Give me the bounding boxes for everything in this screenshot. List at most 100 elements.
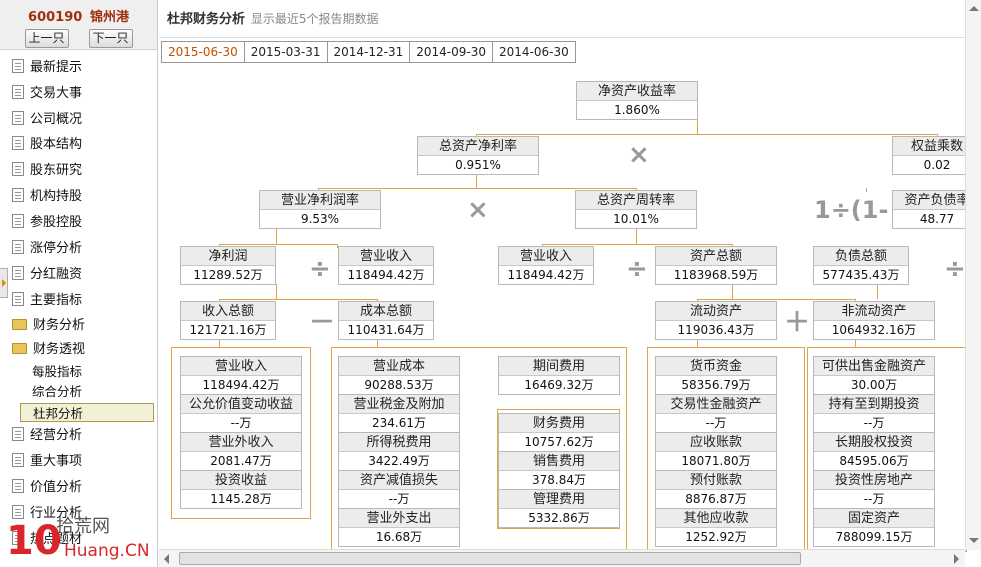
metric-node: 预付账款 8876.87万: [655, 470, 777, 509]
horizontal-scroll-thumb[interactable]: [179, 552, 801, 565]
sidebar-item[interactable]: 股东研究: [12, 160, 82, 182]
metric-label: 资产总额: [656, 247, 776, 266]
sidebar-item[interactable]: 财务分析: [12, 315, 85, 337]
logo-url: Huang.CN: [64, 541, 150, 561]
metric-node: 净利润 11289.52万: [180, 246, 276, 285]
metric-value: 9.53%: [300, 212, 340, 226]
tab-period[interactable]: 2014-12-31: [327, 41, 411, 63]
scroll-up-icon[interactable]: [969, 6, 979, 11]
doc-icon: [12, 111, 24, 125]
metric-node: 营业成本 90288.53万: [338, 356, 460, 395]
doc-icon: [12, 136, 24, 150]
sidebar-item-label: 股本结构: [30, 137, 83, 152]
logo-main: 拾荒网: [56, 516, 110, 537]
metric-value: --万: [230, 416, 252, 430]
doc-icon: [12, 85, 24, 99]
metric-label: 非流动资产: [814, 302, 934, 321]
sidebar-subitem[interactable]: 综合分析: [32, 382, 82, 401]
metric-label: 流动资产: [656, 302, 776, 321]
metric-node: 管理费用 5332.86万: [498, 489, 620, 528]
metric-node: 投资性房地产 --万: [813, 470, 935, 509]
site-logo: 10 拾荒网 Huang.CN: [6, 516, 150, 564]
metric-label: 资产减值损失: [339, 471, 459, 490]
scroll-left-icon[interactable]: [164, 554, 169, 564]
metric-node: 可供出售金融资产 30.00万: [813, 356, 935, 395]
metric-node: 营业外支出 16.68万: [338, 508, 460, 547]
connector-line: [636, 228, 637, 244]
sidebar-item[interactable]: 机构持股: [12, 186, 82, 208]
sidebar-item[interactable]: 分红融资: [12, 264, 82, 286]
period-tabs: 2015-06-30 2015-03-31 2014-12-31 2014-09-30…: [161, 41, 576, 63]
next-stock-button[interactable]: 下一只: [88, 29, 133, 48]
sidebar-item[interactable]: 涨停分析: [12, 238, 82, 260]
sidebar-item[interactable]: 重大事项: [12, 451, 82, 473]
metric-label: 营业净利润率: [260, 191, 380, 210]
connector-line: [219, 339, 220, 347]
metric-value: 1252.92万: [685, 530, 747, 544]
metric-node: 营业收入 118494.42万: [498, 246, 594, 285]
metric-node: 其他应收款 1252.92万: [655, 508, 777, 547]
metric-value: 118494.42万: [202, 378, 280, 392]
operator-times: ×: [628, 140, 650, 170]
metric-node: 所得税费用 3422.49万: [338, 432, 460, 471]
sidebar-subitem[interactable]: 每股指标: [32, 362, 82, 381]
sidebar-item-label: 重大事项: [30, 454, 83, 469]
collapse-sidebar-handle[interactable]: [0, 268, 8, 298]
tab-period[interactable]: 2015-03-31: [244, 41, 328, 63]
metric-label: 营业外支出: [339, 509, 459, 528]
scroll-right-icon[interactable]: [954, 554, 959, 564]
doc-icon: [12, 453, 24, 467]
scroll-down-icon[interactable]: [969, 538, 979, 543]
sidebar-item[interactable]: 最新提示: [12, 57, 82, 79]
operator-one_minus: 1÷(1-: [814, 196, 889, 224]
connector-line: [318, 188, 636, 189]
metric-node: 交易性金融资产 --万: [655, 394, 777, 433]
sidebar-subitem[interactable]: 杜邦分析: [20, 403, 154, 422]
metric-value: --万: [863, 492, 885, 506]
metric-value: 110431.64万: [347, 323, 425, 337]
metric-node: 收入总额 121721.16万: [180, 301, 276, 340]
title-bar: 杜邦财务分析 显示最近5个报告期数据: [159, 0, 981, 38]
stock-title: 600190 锦州港: [0, 6, 157, 25]
operator-plus: ＋: [784, 308, 811, 338]
operator-times: ×: [467, 195, 489, 225]
metric-node: 营业收入 118494.42万: [180, 356, 302, 395]
metric-label: 可供出售金融资产: [814, 357, 934, 376]
sidebar-item[interactable]: 参股控股: [12, 212, 82, 234]
sidebar-item[interactable]: 财务透视: [12, 339, 85, 361]
metric-value: 10757.62万: [524, 435, 594, 449]
doc-icon: [12, 292, 24, 306]
metric-label: 营业收入: [181, 357, 301, 376]
page-title: 杜邦财务分析: [167, 12, 246, 27]
operator-divide: ÷: [309, 254, 331, 284]
sidebar-item[interactable]: 主要指标: [12, 290, 82, 312]
tab-period[interactable]: 2014-09-30: [410, 41, 493, 63]
stock-header: 600190 锦州港 上一只 下一只: [0, 0, 157, 50]
metric-node: 负债总额 577435.43万: [813, 246, 909, 285]
metric-node: 非流动资产 1064932.16万: [813, 301, 935, 340]
connector-line: [476, 134, 937, 135]
operator-divide: ÷: [944, 254, 966, 284]
metric-label: 固定资产: [814, 509, 934, 528]
metric-value: 1.860%: [614, 103, 660, 117]
metric-label: 公允价值变动收益: [181, 395, 301, 414]
metric-value: 788099.15万: [835, 530, 913, 544]
sidebar-item[interactable]: 公司概况: [12, 109, 82, 131]
sidebar-item[interactable]: 交易大事: [12, 83, 82, 105]
horizontal-scrollbar[interactable]: [159, 549, 965, 567]
prev-stock-button[interactable]: 上一只: [24, 29, 69, 48]
tab-period[interactable]: 2015-06-30: [161, 41, 245, 63]
metric-node: 货币资金 58356.79万: [655, 356, 777, 395]
connector-line: [377, 339, 378, 347]
metric-label: 其他应收款: [656, 509, 776, 528]
metric-value: --万: [388, 492, 410, 506]
metric-node: 资产总额 1183968.59万: [655, 246, 777, 285]
operator-minus: －: [309, 308, 336, 338]
metric-value: 10.01%: [613, 212, 659, 226]
sidebar-item[interactable]: 股本结构: [12, 134, 82, 156]
sidebar-item[interactable]: 价值分析: [12, 477, 82, 499]
sidebar-item[interactable]: 经营分析: [12, 425, 82, 447]
metric-node: 资产减值损失 --万: [338, 470, 460, 509]
vertical-scrollbar[interactable]: [965, 0, 981, 550]
tab-period[interactable]: 2014-06-30: [493, 41, 576, 63]
